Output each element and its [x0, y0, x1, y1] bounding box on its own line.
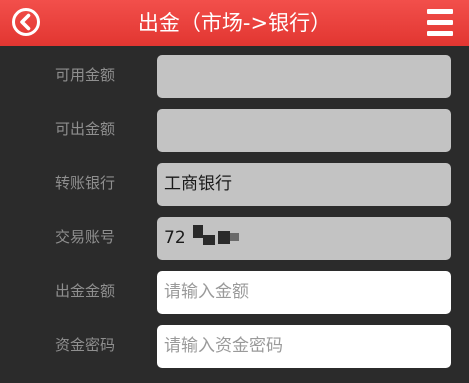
- back-arrow-circle-icon: [12, 8, 40, 36]
- withdraw-screen: 出金（市场->银行） 可用金额 可出金额 转账银行 工商银行 交易账号 72 出…: [0, 0, 469, 383]
- withdraw-form: 可用金额 可出金额 转账银行 工商银行 交易账号 72 出金金额 请输入金额 资…: [0, 46, 469, 370]
- hamburger-menu-icon: [427, 9, 453, 14]
- withdrawable-amount-field: [157, 109, 451, 152]
- available-amount-label: 可用金额: [54, 66, 115, 84]
- menu-button[interactable]: [427, 9, 453, 36]
- trade-account-field: 72: [157, 217, 451, 260]
- trade-account-value: 72: [164, 228, 186, 248]
- transfer-bank-row: 转账银行 工商银行: [0, 154, 469, 208]
- page-title: 出金（市场->银行）: [137, 11, 332, 35]
- back-button[interactable]: [11, 7, 41, 37]
- transfer-bank-label: 转账银行: [54, 174, 115, 192]
- withdrawable-amount-row: 可出金额: [0, 100, 469, 154]
- trade-account-label: 交易账号: [54, 228, 115, 246]
- redaction-mark: [193, 225, 203, 238]
- redaction-mark: [203, 235, 215, 245]
- fund-password-row: 资金密码: [0, 316, 469, 370]
- fund-password-label: 资金密码: [54, 336, 115, 354]
- withdraw-amount-row: 出金金额: [0, 262, 469, 316]
- available-amount-row: 可用金额: [0, 46, 469, 100]
- available-amount-field: [157, 55, 451, 98]
- withdraw-amount-input[interactable]: [157, 271, 451, 314]
- transfer-bank-field: 工商银行: [157, 163, 451, 206]
- redaction-mark: [230, 233, 239, 241]
- withdrawable-amount-label: 可出金额: [54, 120, 115, 138]
- fund-password-input[interactable]: [157, 325, 451, 368]
- trade-account-row: 交易账号 72: [0, 208, 469, 262]
- redaction-mark: [218, 231, 230, 244]
- header-bar: 出金（市场->银行）: [0, 0, 469, 46]
- withdraw-amount-label: 出金金额: [54, 282, 115, 300]
